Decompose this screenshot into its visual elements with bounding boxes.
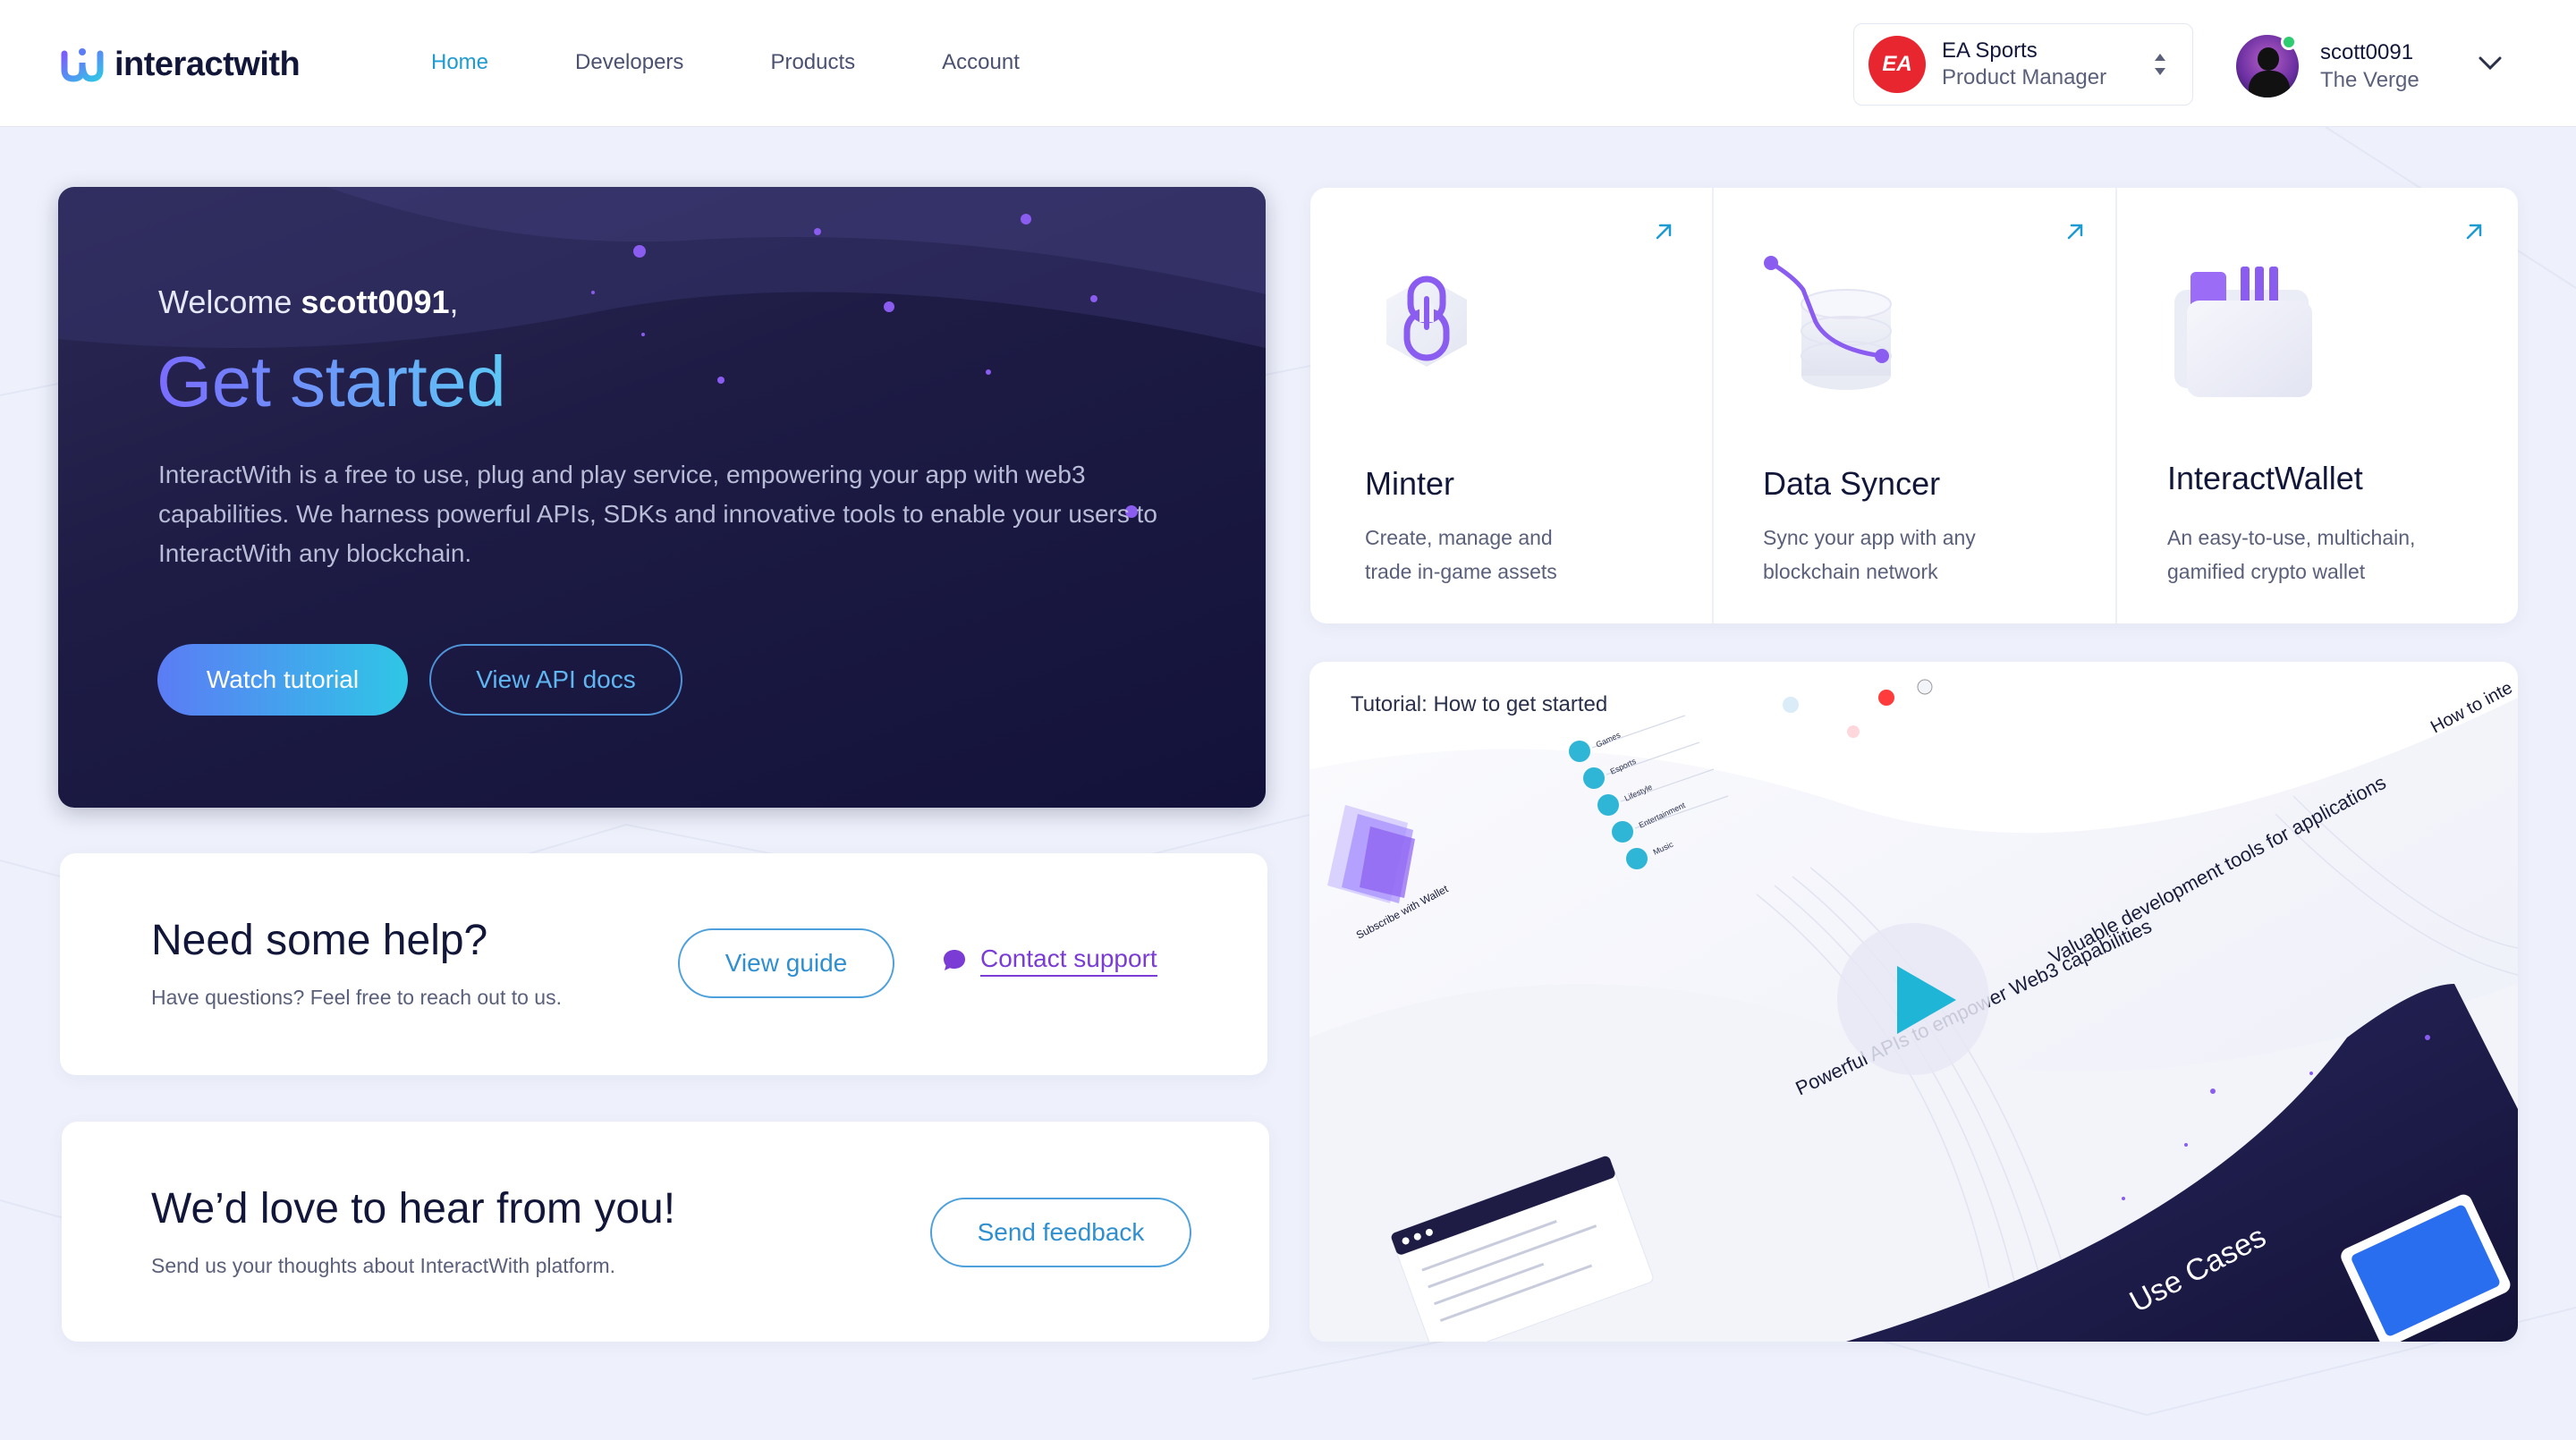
- user-org: The Verge: [2320, 68, 2419, 92]
- brand-name: interactwith: [114, 45, 301, 83]
- hero-title: Get started: [157, 342, 506, 421]
- chevron-down-icon[interactable]: [2478, 55, 2503, 72]
- watch-tutorial-button[interactable]: Watch tutorial: [157, 644, 408, 716]
- org-logo: EA: [1868, 36, 1926, 93]
- external-arrow-icon: [1656, 224, 1672, 240]
- view-guide-button[interactable]: View guide: [678, 928, 894, 998]
- help-title: Need some help?: [151, 917, 488, 964]
- top-bar: interactwith Home Developers Products Ac…: [0, 0, 2576, 127]
- product-title: Data Syncer: [1763, 465, 1941, 502]
- product-card-interactwallet[interactable]: InteractWallet An easy-to-use, multichai…: [2115, 188, 2518, 623]
- chat-bubble-icon: [944, 950, 965, 970]
- product-description: An easy-to-use, multichain, gamified cry…: [2167, 526, 2416, 583]
- product-title: Minter: [1365, 465, 1455, 502]
- help-subtitle: Have questions? Feel free to reach out t…: [151, 986, 562, 1009]
- external-arrow-icon: [2067, 224, 2083, 240]
- play-icon: [1897, 966, 1956, 1034]
- user-menu[interactable]: scott0091 The Verge: [2236, 32, 2419, 100]
- database-sync-icon: [1764, 256, 1892, 390]
- view-api-docs-button[interactable]: View API docs: [429, 644, 682, 716]
- brand-logo[interactable]: interactwith: [61, 43, 301, 86]
- welcome-username: scott0091: [301, 284, 450, 320]
- contact-support-label: Contact support: [980, 944, 1157, 977]
- wallet-icon: [2174, 267, 2312, 397]
- nav-developers[interactable]: Developers: [575, 50, 683, 75]
- product-description: Sync your app with any blockchain networ…: [1763, 526, 1976, 583]
- org-role: Product Manager: [1942, 65, 2107, 89]
- play-button[interactable]: [1837, 923, 1989, 1075]
- feedback-card: We’d love to hear from you! Send us your…: [62, 1122, 1269, 1342]
- external-arrow-icon: [2466, 224, 2482, 240]
- interactwith-logo-icon: [61, 48, 104, 82]
- tutorial-video-card[interactable]: Powerful APIs to empower Web3 capabiliti…: [1309, 662, 2518, 1342]
- org-name: EA Sports: [1942, 38, 2038, 63]
- sort-arrows-icon: [2155, 54, 2165, 75]
- hero-card: Welcome scott0091, Get started InteractW…: [58, 187, 1266, 808]
- send-feedback-button[interactable]: Send feedback: [930, 1198, 1191, 1267]
- products-panel: Minter Create, manage and trade in-game …: [1310, 188, 2518, 623]
- tutorial-label: Tutorial: How to get started: [1351, 692, 1608, 716]
- nav-home[interactable]: Home: [431, 50, 488, 75]
- product-card-minter[interactable]: Minter Create, manage and trade in-game …: [1310, 188, 1712, 623]
- organization-switcher[interactable]: EA EA Sports Product Manager: [1853, 23, 2193, 106]
- chain-link-icon: [1386, 275, 1467, 367]
- feedback-subtitle: Send us your thoughts about InteractWith…: [151, 1254, 616, 1277]
- product-description: Create, manage and trade in-game assets: [1365, 526, 1557, 583]
- product-title: InteractWallet: [2167, 460, 2363, 496]
- contact-support-link[interactable]: Contact support: [941, 944, 1157, 977]
- hero-description: InteractWith is a free to use, plug and …: [158, 461, 1157, 567]
- feedback-title: We’d love to hear from you!: [151, 1185, 676, 1232]
- product-card-data-syncer[interactable]: Data Syncer Sync your app with any block…: [1712, 188, 2115, 623]
- welcome-text: Welcome scott0091,: [158, 284, 459, 320]
- nav-products[interactable]: Products: [770, 50, 855, 75]
- user-name: scott0091: [2320, 40, 2414, 64]
- main-nav: Home Developers Products Account: [431, 50, 1020, 75]
- online-status-indicator: [2281, 34, 2297, 50]
- nav-account[interactable]: Account: [942, 50, 1020, 75]
